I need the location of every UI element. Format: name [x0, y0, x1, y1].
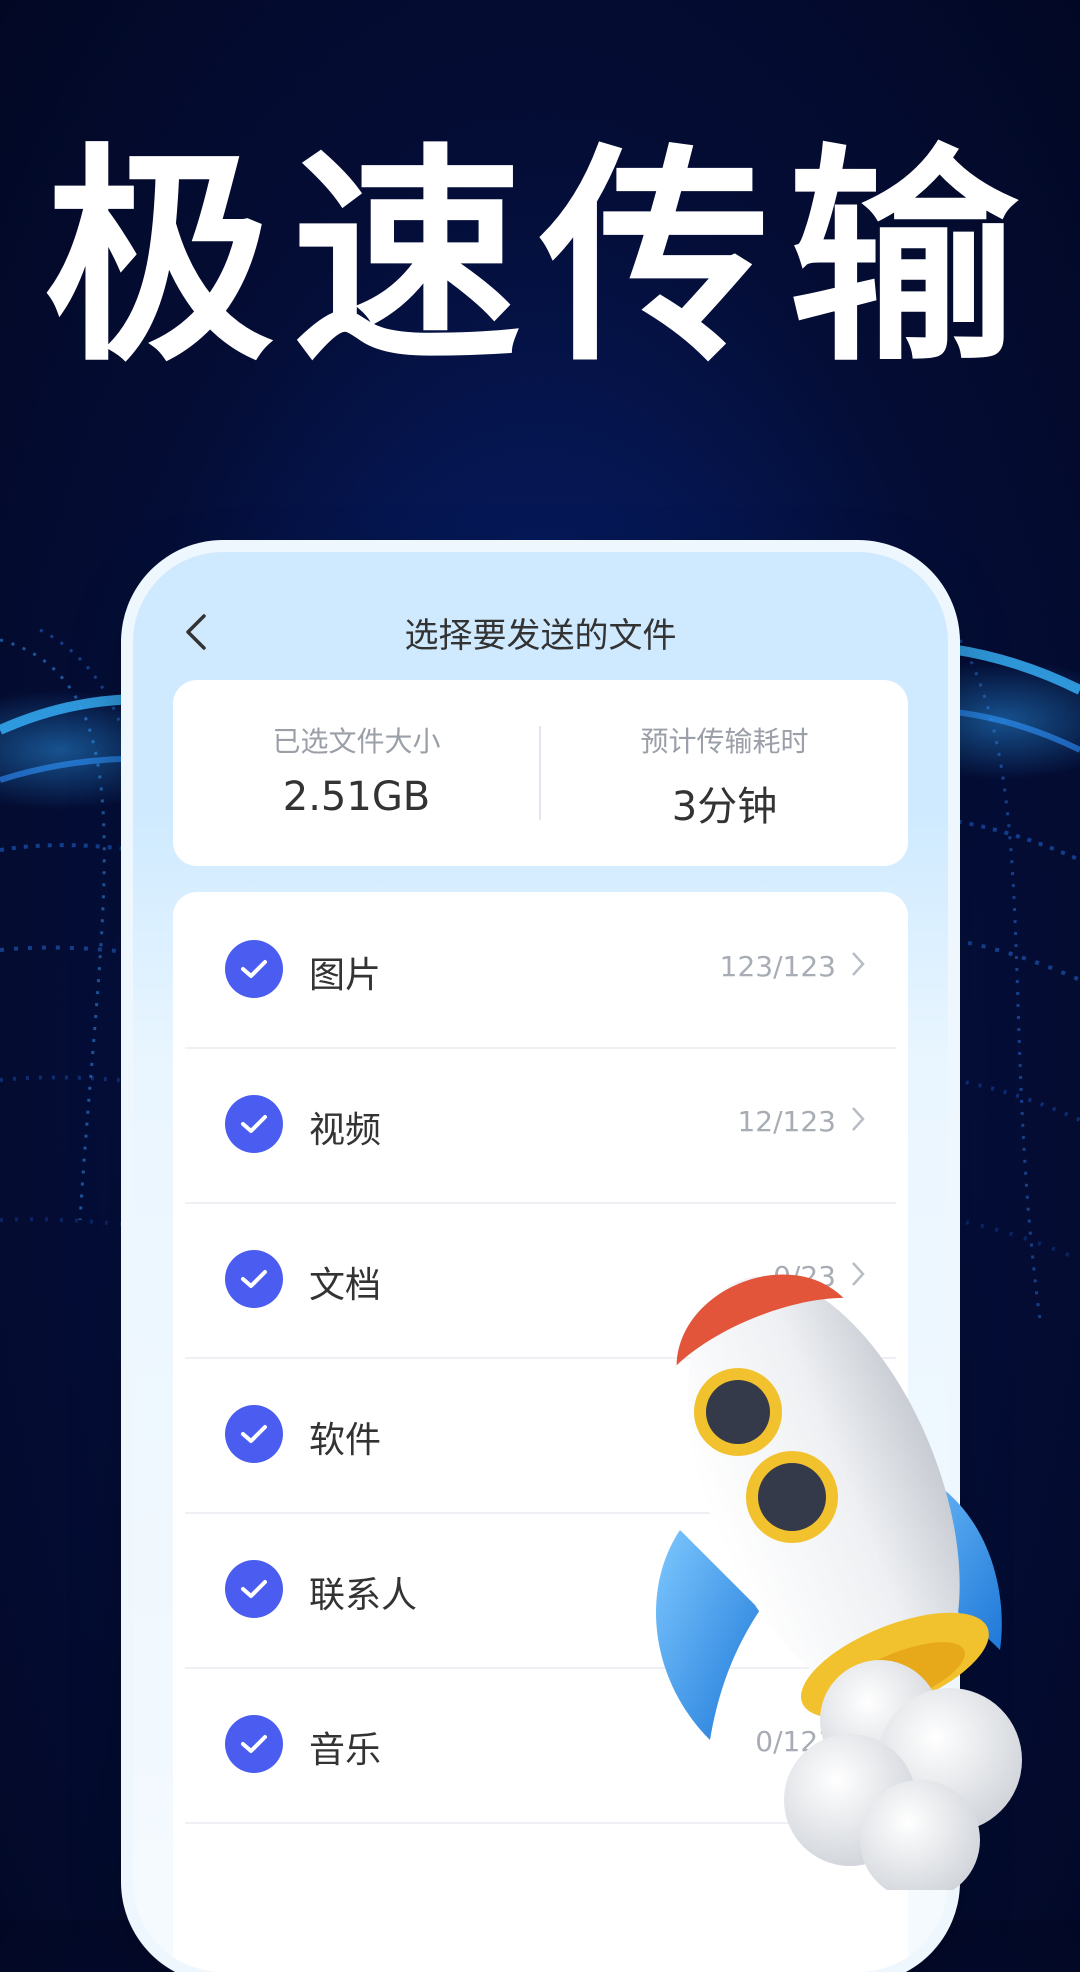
- checkbox-checked-icon[interactable]: [225, 940, 283, 998]
- eta-label: 预计传输耗时: [640, 725, 809, 758]
- checkbox-checked-icon[interactable]: [225, 1560, 283, 1618]
- eta-block: 预计传输耗时 3分钟: [541, 720, 908, 832]
- selected-size-value: 2.51GB: [282, 774, 431, 820]
- list-item-label: 文档: [309, 1265, 382, 1306]
- chevron-right-icon: [852, 952, 865, 976]
- headline: 极速传输: [43, 126, 1036, 393]
- rocket-illustration: [656, 1274, 1022, 1890]
- page-title: 选择要发送的文件: [404, 616, 677, 656]
- checkbox-checked-icon[interactable]: [225, 1250, 283, 1308]
- list-item-label: 图片: [309, 955, 382, 996]
- list-item-label: 视频: [309, 1110, 382, 1151]
- top-bar: 选择要发送的文件: [133, 592, 948, 672]
- checkbox-checked-icon[interactable]: [225, 1405, 283, 1463]
- list-item-images[interactable]: 图片 123/123: [185, 892, 896, 1049]
- list-item-label: 联系人: [309, 1575, 418, 1616]
- checkbox-checked-icon[interactable]: [225, 1095, 283, 1153]
- checkbox-checked-icon[interactable]: [225, 1715, 283, 1773]
- selected-size-block: 已选文件大小 2.51GB: [173, 720, 540, 820]
- chevron-right-icon: [852, 1107, 865, 1131]
- list-item-label: 软件: [309, 1420, 382, 1461]
- eta-value: 3分钟: [671, 784, 778, 830]
- list-item-count: 123/123: [719, 950, 836, 983]
- list-item-videos[interactable]: 视频 12/123: [185, 1047, 896, 1204]
- transfer-summary-card: 已选文件大小 2.51GB 预计传输耗时 3分钟: [173, 680, 908, 866]
- list-item-count: 12/123: [737, 1105, 836, 1138]
- list-item-label: 音乐: [309, 1730, 382, 1771]
- selected-size-label: 已选文件大小: [272, 725, 441, 758]
